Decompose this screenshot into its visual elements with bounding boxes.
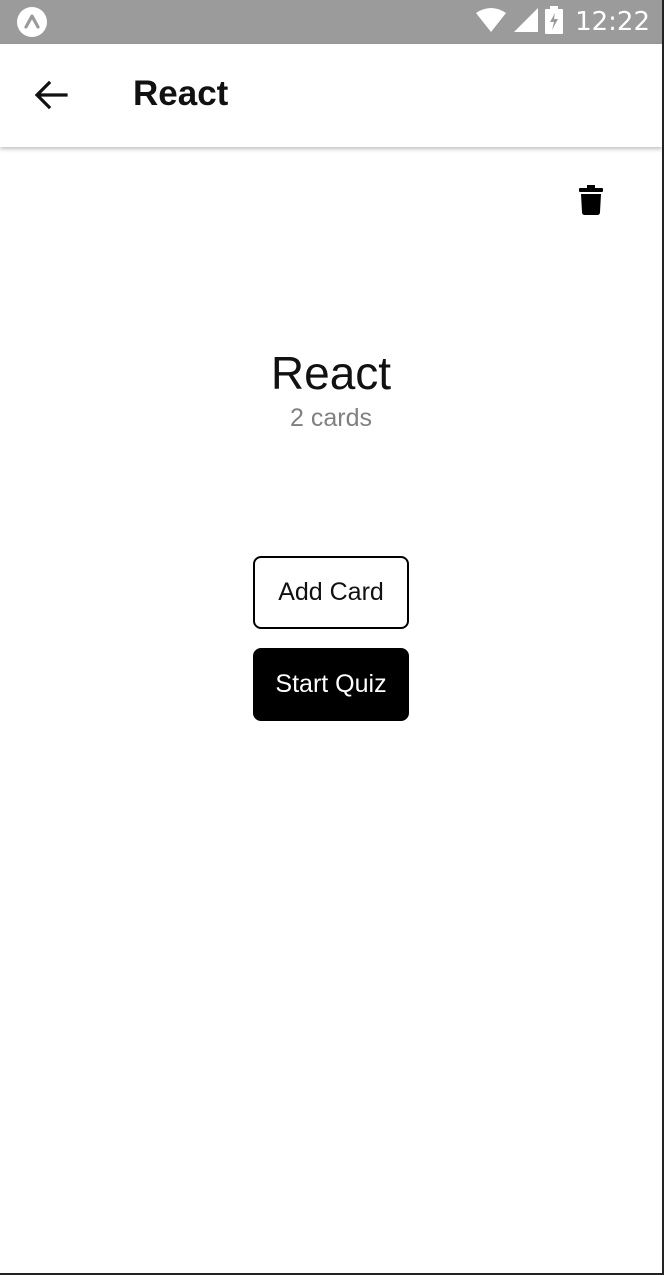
- wifi-icon: [475, 7, 507, 38]
- battery-charging-icon: [545, 5, 564, 39]
- expo-icon: [17, 7, 47, 37]
- trash-icon: [579, 184, 603, 220]
- status-icons: 12:22: [475, 0, 650, 44]
- page-title: React: [133, 74, 229, 113]
- status-bar: 12:22: [0, 0, 662, 44]
- deck-title: React: [270, 347, 392, 399]
- start-quiz-button[interactable]: Start Quiz: [253, 648, 409, 721]
- delete-deck-button[interactable]: [574, 184, 608, 220]
- back-button[interactable]: [30, 76, 72, 118]
- app-bar: React: [0, 44, 662, 147]
- signal-icon: [513, 7, 539, 38]
- screen: 12:22 React React 2 cards Add Card Start…: [0, 0, 664, 1275]
- arrow-left-icon: [34, 80, 68, 115]
- deck-card-count: 2 cards: [290, 404, 372, 432]
- status-time: 12:22: [575, 7, 650, 37]
- add-card-button[interactable]: Add Card: [253, 556, 409, 629]
